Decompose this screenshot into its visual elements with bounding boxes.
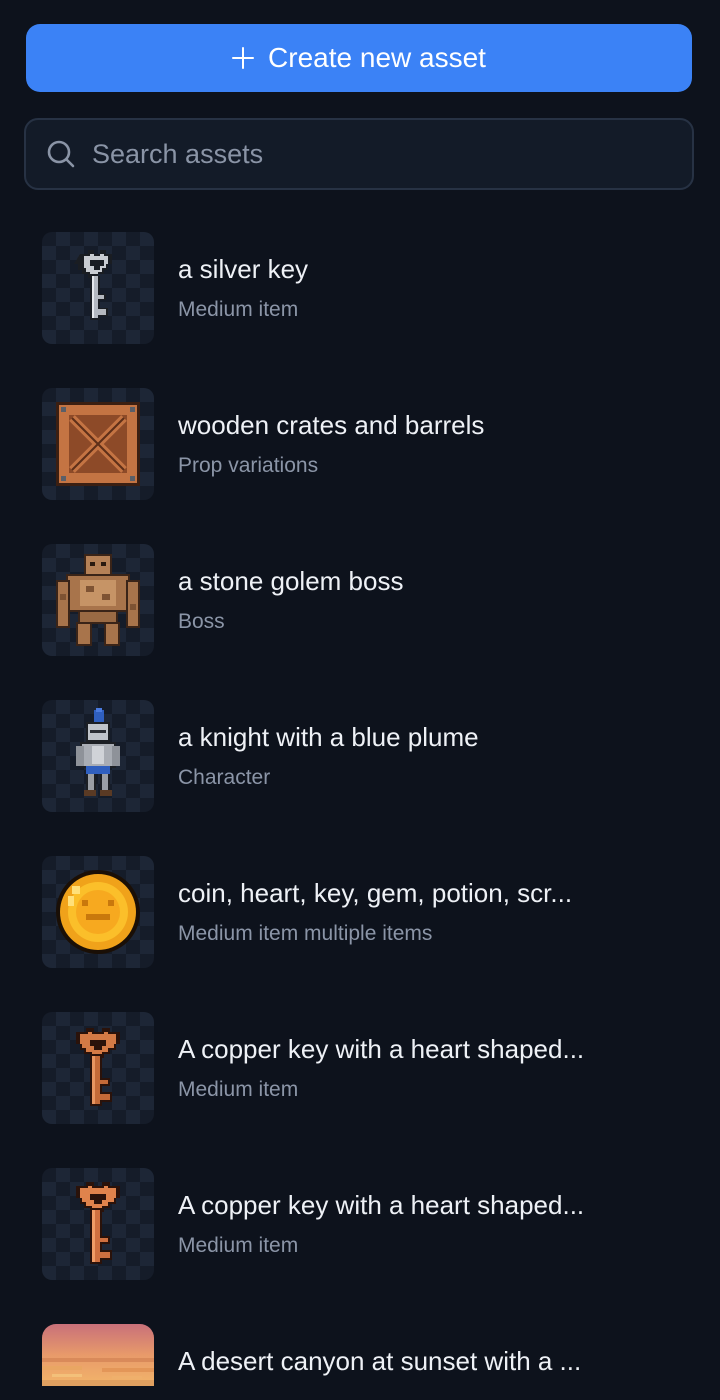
- search-box: [24, 118, 694, 190]
- asset-subtitle: Medium item: [178, 298, 299, 321]
- search-input[interactable]: [92, 138, 652, 170]
- asset-title: A copper key with a heart shaped...: [178, 1190, 585, 1220]
- stone-golem-icon: [56, 554, 140, 646]
- asset-thumbnail: [42, 856, 154, 968]
- asset-subtitle: Medium item multiple items: [178, 922, 433, 945]
- asset-title: A desert canyon at sunset with a ...: [178, 1346, 582, 1376]
- asset-subtitle: Character: [178, 766, 271, 789]
- asset-item-wooden-crates[interactable]: wooden crates and barrels Prop variation…: [0, 378, 720, 534]
- asset-title: A copper key with a heart shaped...: [178, 1034, 585, 1064]
- gold-coin-icon: [56, 870, 140, 954]
- asset-item-gold-coin[interactable]: coin, heart, key, gem, potion, scr... Me…: [0, 846, 720, 1002]
- knight-icon: [76, 708, 120, 796]
- asset-title: a silver key: [178, 254, 309, 284]
- search-icon: [47, 140, 75, 168]
- asset-item-stone-golem[interactable]: a stone golem boss Boss: [0, 534, 720, 690]
- copper-key-icon: [76, 1182, 120, 1264]
- asset-item-copper-key[interactable]: A copper key with a heart shaped... Medi…: [0, 1002, 720, 1158]
- asset-title: a stone golem boss: [178, 566, 404, 596]
- asset-subtitle: Medium item: [178, 1078, 299, 1101]
- asset-title: wooden crates and barrels: [178, 410, 485, 440]
- asset-item-silver-key[interactable]: a silver key Medium item: [0, 222, 720, 378]
- asset-title: coin, heart, key, gem, potion, scr...: [178, 878, 573, 908]
- create-button-label: Create new asset: [268, 42, 486, 73]
- silver-key-icon: [74, 250, 112, 320]
- asset-thumbnail: [42, 544, 154, 656]
- asset-thumbnail: [42, 232, 154, 344]
- asset-thumbnail: [42, 1168, 154, 1280]
- asset-thumbnail: [42, 388, 154, 500]
- asset-panel: Create new asset Search assets a silver …: [0, 0, 720, 1400]
- wooden-crate-icon: [56, 402, 140, 486]
- asset-item-copper-key[interactable]: A copper key with a heart shaped... Medi…: [0, 1158, 720, 1314]
- asset-subtitle: Boss: [178, 610, 225, 633]
- asset-item-knight[interactable]: a knight with a blue plume Character: [0, 690, 720, 846]
- plus-icon: [232, 47, 255, 69]
- desert-canyon-icon: [42, 1324, 154, 1386]
- asset-title: a knight with a blue plume: [178, 722, 479, 752]
- create-new-asset-button[interactable]: Create new asset: [26, 24, 692, 92]
- asset-thumbnail: [42, 1324, 154, 1386]
- asset-item-desert-canyon[interactable]: A desert canyon at sunset with a ...: [0, 1314, 720, 1400]
- copper-key-icon: [76, 1028, 120, 1106]
- asset-thumbnail: [42, 700, 154, 812]
- asset-subtitle: Medium item: [178, 1234, 299, 1257]
- asset-subtitle: Prop variations: [178, 454, 319, 477]
- asset-thumbnail: [42, 1012, 154, 1124]
